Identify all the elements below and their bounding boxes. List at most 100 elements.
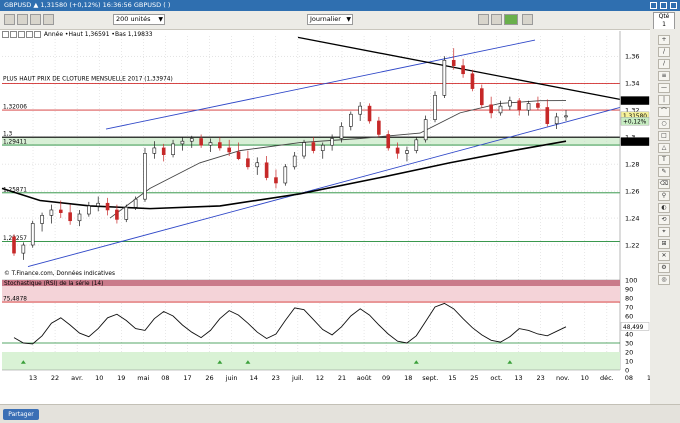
candle-body (161, 147, 166, 155)
candle-body (189, 138, 194, 142)
quantity-box[interactable]: Qté 1 (653, 12, 675, 30)
chart-canvas[interactable]: PLUS HAUT PRIX DE CLOTURE MENSUELLE 2017… (0, 29, 650, 404)
maximize-icon[interactable] (660, 2, 667, 9)
candle-body (152, 147, 157, 154)
price-panel (2, 31, 620, 272)
sidebar-tool-8-icon[interactable]: ○ (658, 119, 670, 129)
sidebar-tool-7-icon[interactable]: ⌒ (658, 107, 670, 117)
sidebar-tool-3-icon[interactable]: ∕ (658, 59, 670, 69)
toolbar-tool-4-icon[interactable] (43, 14, 54, 25)
toolbar-tool-3-icon[interactable] (30, 14, 41, 25)
time-axis-tick: sept. (422, 374, 438, 382)
price-axis-tick: 1,34 (625, 80, 639, 88)
time-axis-tick: 19 (117, 374, 125, 382)
indicator-axis-tick: 80 (625, 295, 633, 303)
minimize-icon[interactable] (650, 2, 657, 9)
toolbar-tool-2-icon[interactable] (17, 14, 28, 25)
sidebar-tool-15-icon[interactable]: ◐ (658, 203, 670, 213)
price-level-label: 1,32006 (3, 105, 27, 111)
candle-body (255, 162, 260, 168)
toolbar-tool-7-icon[interactable] (522, 14, 533, 25)
time-axis-tick: août (357, 374, 372, 382)
sidebar-tool-9-icon[interactable]: □ (658, 131, 670, 141)
candle-body (470, 73, 475, 89)
candle-body (320, 144, 325, 151)
chart-option-2-icon[interactable] (10, 31, 17, 38)
sidebar-tool-21-icon[interactable]: ◎ (658, 275, 670, 285)
chart-option-3-icon[interactable] (18, 31, 25, 38)
candle-body (489, 104, 493, 114)
sidebar-tool-20-icon[interactable]: ⚙ (658, 263, 670, 273)
candle-body (526, 103, 531, 111)
sidebar-tool-16-icon[interactable]: ⟲ (658, 215, 670, 225)
chart-option-4-icon[interactable] (26, 31, 33, 38)
candle-body (58, 209, 63, 213)
price-axis-tick: 1,28 (625, 161, 639, 169)
sidebar-tool-19-icon[interactable]: ✕ (658, 251, 670, 261)
chevron-down-icon: ▼ (346, 16, 351, 23)
share-button[interactable]: Partager (3, 409, 39, 420)
indicator-icon[interactable] (504, 14, 518, 25)
chart-option-1-icon[interactable] (2, 31, 9, 38)
candle-body (395, 147, 400, 154)
indicator-axis-tick: 10 (625, 358, 633, 366)
sidebar-tool-12-icon[interactable]: ✎ (658, 167, 670, 177)
price-axis-tick: 1,26 (625, 188, 639, 196)
candle-body (564, 115, 568, 118)
indicator-axis-tick: 70 (625, 304, 633, 312)
candle-body (414, 139, 419, 151)
candle-body (386, 134, 391, 149)
sidebar-tool-18-icon[interactable]: ⊞ (658, 239, 670, 249)
sidebar-tool-1-icon[interactable]: + (658, 35, 670, 45)
time-axis-tick: 09 (382, 374, 390, 382)
candle-body (115, 209, 119, 220)
period-select-value: Journalier (310, 15, 341, 23)
time-axis-tick: 18 (404, 374, 412, 382)
time-axis-tick: mai (137, 374, 149, 382)
year-high-low: Année •Haut 1,36591 •Bas 1,19833 (43, 31, 153, 38)
candle-body (442, 59, 447, 96)
price-axis-badge-label: +0,12% (623, 120, 647, 126)
units-select-value: 200 unités (116, 15, 151, 23)
candle-body (433, 95, 437, 120)
indicator-axis-tick: 100 (625, 277, 637, 285)
time-axis-tick: 10 (581, 374, 589, 382)
close-icon[interactable] (670, 2, 677, 9)
sidebar-tool-6-icon[interactable]: | (658, 95, 670, 105)
candle-body (377, 120, 381, 135)
time-axis-tick: 22 (51, 374, 59, 382)
quantity-label: Qté (658, 13, 670, 20)
candle-body (302, 142, 306, 157)
candle-body (227, 147, 231, 153)
time-axis-tick: 25 (470, 374, 478, 382)
sidebar-tool-11-icon[interactable]: T (658, 155, 670, 165)
indicator-axis-tick: 60 (625, 313, 633, 321)
candle-body (367, 105, 372, 122)
sidebar-tool-17-icon[interactable]: ⌖ (658, 227, 670, 237)
toolbar-tool-6-icon[interactable] (491, 14, 502, 25)
sidebar-tool-14-icon[interactable]: ⚲ (658, 191, 670, 201)
price-axis-tick: 1,24 (625, 215, 639, 223)
toolbar-tool-1-icon[interactable] (4, 14, 15, 25)
units-select[interactable]: 200 unités ▼ (113, 14, 165, 25)
toolbar-tool-5-icon[interactable] (478, 14, 489, 25)
sidebar-tool-13-icon[interactable]: ⌫ (658, 179, 670, 189)
right-sidebar: + / ∕ ≡ — | ⌒ ○ □ △ T ✎ ⌫ ⚲ ◐ ⟲ ⌖ ⊞ ✕ ⚙ … (650, 29, 680, 404)
time-axis-tick: juin (225, 374, 238, 382)
candle-body (508, 100, 512, 107)
candle-body (283, 166, 288, 184)
sidebar-tool-10-icon[interactable]: △ (658, 143, 670, 153)
time-axis-tick: 12 (316, 374, 324, 382)
period-select[interactable]: Journalier ▼ (307, 14, 353, 25)
time-axis-tick: 17 (183, 374, 191, 382)
sidebar-tool-2-icon[interactable]: / (658, 47, 670, 57)
time-axis-tick: 14 (250, 374, 258, 382)
candle-body (143, 153, 147, 200)
chart-option-5-icon[interactable] (34, 31, 41, 38)
candle-body (330, 138, 334, 146)
sidebar-tool-4-icon[interactable]: ≡ (658, 71, 670, 81)
candle-body (423, 119, 428, 141)
candle-body (349, 113, 353, 127)
source-note: © T.Finance.com, Données indicatives (4, 270, 115, 277)
sidebar-tool-5-icon[interactable]: — (658, 83, 670, 93)
